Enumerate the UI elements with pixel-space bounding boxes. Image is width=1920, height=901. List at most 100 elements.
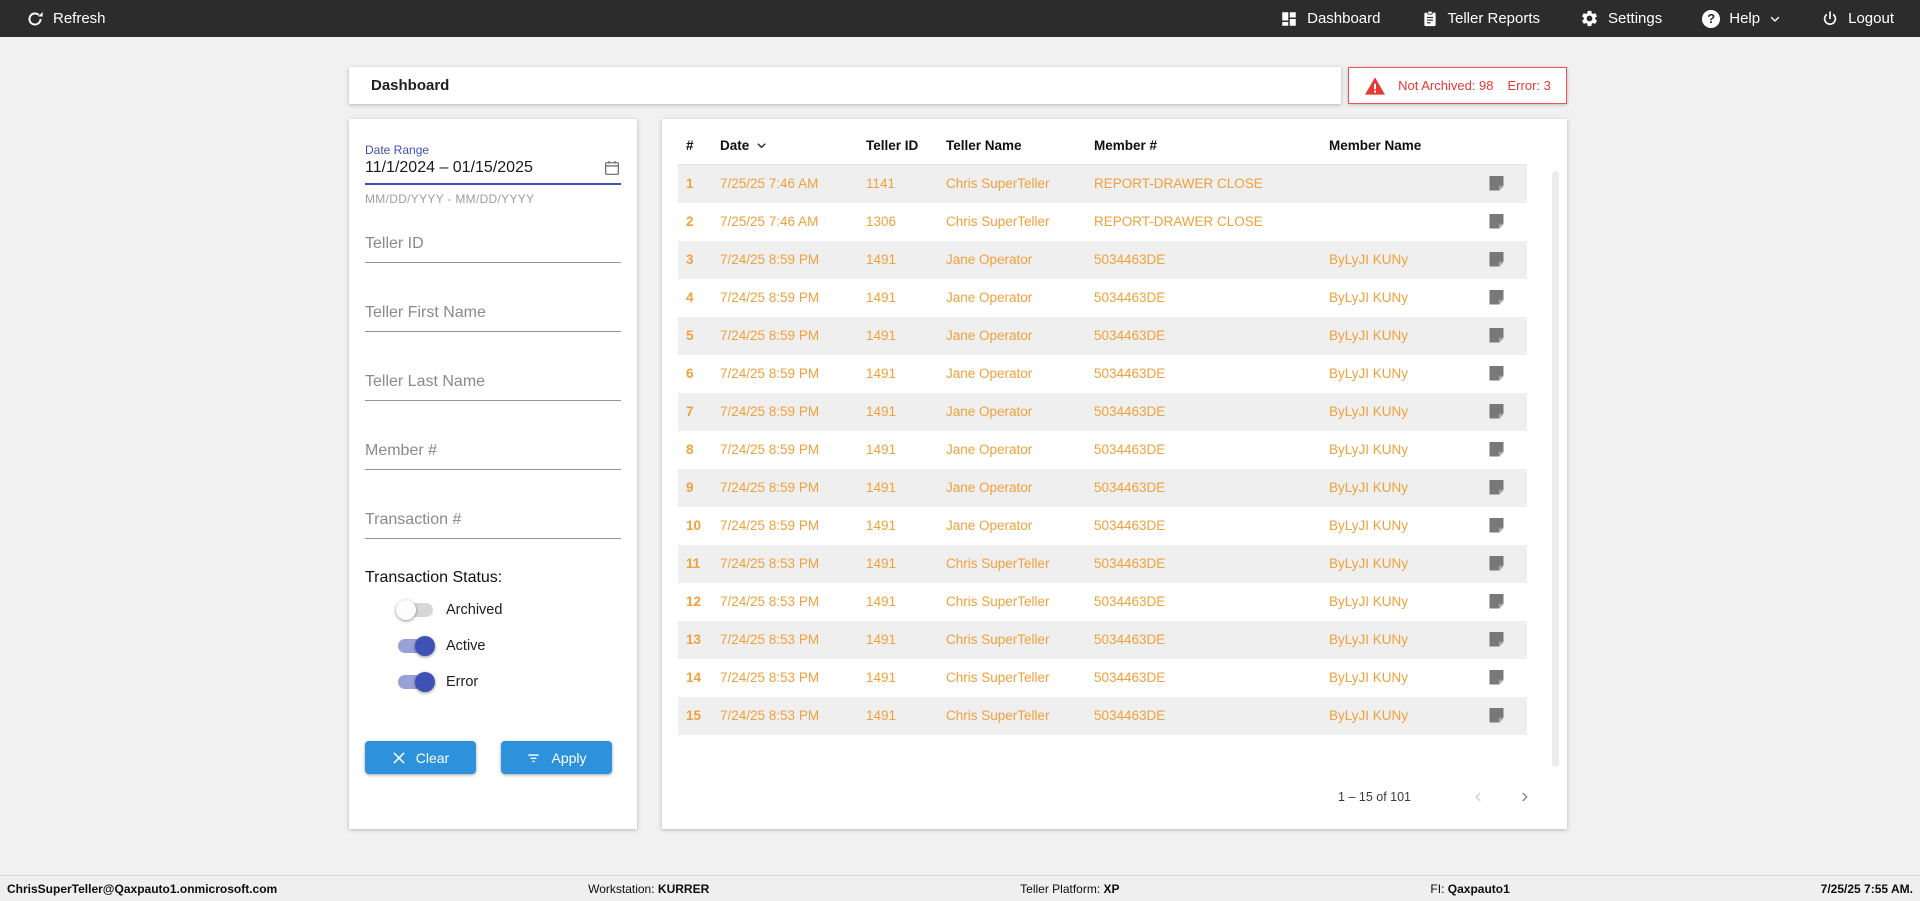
note-icon[interactable] (1488, 631, 1505, 648)
row-date: 7/24/25 8:53 PM (720, 670, 820, 685)
workstation-label: Workstation: (588, 881, 655, 896)
table-row[interactable]: 14 7/24/25 8:53 PM 1491 Chris SuperTelle… (678, 659, 1527, 697)
teller-platform-value: XP (1103, 881, 1120, 896)
alert-badge[interactable]: Not Archived: 98 Error: 3 (1348, 67, 1567, 104)
apply-button[interactable]: Apply (501, 741, 612, 774)
teller-last-name-input[interactable] (365, 371, 621, 393)
row-teller-name: Jane Operator (946, 480, 1033, 495)
calendar-icon[interactable] (603, 159, 621, 177)
status-toggle[interactable]: Active (398, 632, 621, 659)
row-date: 7/24/25 8:59 PM (720, 480, 820, 495)
sort-desc-icon (757, 143, 766, 149)
row-teller-name: Chris SuperTeller (946, 632, 1050, 647)
table-row[interactable]: 13 7/24/25 8:53 PM 1491 Chris SuperTelle… (678, 620, 1527, 659)
toggle-switch[interactable] (398, 635, 435, 656)
row-member-name: ByLyJI KUNy (1329, 442, 1409, 457)
row-date: 7/24/25 8:59 PM (720, 366, 820, 381)
teller-first-name-input[interactable] (365, 302, 621, 324)
table-row[interactable]: 5 7/24/25 8:59 PM 1491 Jane Operator 503… (678, 316, 1527, 355)
nav-logout-label: Logout (1848, 10, 1894, 27)
power-icon (1823, 10, 1837, 25)
table-row[interactable]: 1 7/25/25 7:46 AM 1141 Chris SuperTeller… (678, 164, 1527, 203)
table-row[interactable]: 7 7/24/25 8:59 PM 1491 Jane Operator 503… (678, 392, 1527, 431)
table-row[interactable]: 4 7/24/25 8:59 PM 1491 Jane Operator 503… (678, 279, 1527, 317)
member-number-field (365, 440, 621, 470)
previous-page-button[interactable] (1465, 784, 1491, 810)
date-range-field (365, 157, 621, 185)
col-header-date[interactable]: Date (712, 129, 858, 165)
nav-help-label: Help (1729, 10, 1761, 27)
note-icon[interactable] (1488, 707, 1505, 724)
transaction-number-input[interactable] (365, 509, 621, 531)
refresh-icon (28, 11, 43, 25)
table-row[interactable]: 12 7/24/25 8:53 PM 1491 Chris SuperTelle… (678, 583, 1527, 621)
nav-help[interactable]: ? Help (1702, 9, 1781, 28)
row-teller-name: Jane Operator (946, 252, 1033, 267)
note-icon[interactable] (1488, 365, 1505, 382)
note-icon[interactable] (1488, 517, 1505, 534)
nav-logout[interactable]: Logout (1821, 10, 1894, 28)
note-icon[interactable] (1488, 441, 1505, 458)
nav-settings-label: Settings (1608, 10, 1663, 27)
teller-first-name-field (365, 302, 621, 332)
nav-settings[interactable]: Settings (1580, 9, 1662, 28)
date-range-input[interactable] (365, 157, 603, 179)
row-date: 7/24/25 8:59 PM (720, 442, 820, 457)
note-icon[interactable] (1488, 213, 1505, 230)
row-number: 13 (686, 632, 702, 647)
toggle-switch[interactable] (396, 599, 433, 620)
row-actions (1469, 621, 1527, 659)
row-member-number: 5034463DE (1094, 404, 1166, 419)
help-icon: ? (1702, 9, 1721, 28)
member-number-input[interactable] (365, 440, 621, 462)
col-header-member-number: Member # (1086, 129, 1321, 165)
clear-button[interactable]: Clear (365, 741, 476, 774)
row-member-number: 5034463DE (1094, 480, 1166, 495)
teller-platform-label: Teller Platform: (1020, 881, 1101, 896)
status-datetime: 7/25/25 7:55 AM. (1820, 881, 1913, 896)
table-row[interactable]: 15 7/24/25 8:53 PM 1491 Chris SuperTelle… (678, 696, 1527, 735)
table-scrollbar[interactable] (1552, 171, 1559, 767)
toggle-label: Archived (446, 601, 503, 618)
note-icon[interactable] (1488, 593, 1505, 610)
note-icon[interactable] (1488, 327, 1505, 344)
table-row[interactable]: 3 7/24/25 8:59 PM 1491 Jane Operator 503… (678, 240, 1527, 279)
note-icon[interactable] (1488, 403, 1505, 420)
note-icon[interactable] (1488, 251, 1505, 268)
row-member-name: ByLyJI KUNy (1329, 328, 1409, 343)
nav-teller-reports[interactable]: Teller Reports (1421, 10, 1540, 28)
nav-dashboard[interactable]: Dashboard (1280, 10, 1381, 28)
fi-value: Qaxpauto1 (1447, 881, 1510, 896)
alert-not-archived: Not Archived: 98 (1398, 78, 1494, 93)
row-teller-id: 1141 (866, 176, 896, 192)
row-teller-name: Jane Operator (946, 442, 1033, 457)
table-row[interactable]: 8 7/24/25 8:59 PM 1491 Jane Operator 503… (678, 431, 1527, 469)
status-toggles: Archived Active Error (365, 596, 621, 695)
status-toggle[interactable]: Error (398, 668, 621, 695)
refresh-button[interactable]: Refresh (26, 10, 106, 28)
note-icon[interactable] (1488, 175, 1505, 192)
note-icon[interactable] (1488, 289, 1505, 306)
table-row[interactable]: 11 7/24/25 8:53 PM 1491 Chris SuperTelle… (678, 544, 1527, 583)
table-row[interactable]: 6 7/24/25 8:59 PM 1491 Jane Operator 503… (678, 355, 1527, 393)
teller-id-input[interactable] (365, 233, 621, 255)
table-row[interactable]: 9 7/24/25 8:59 PM 1491 Jane Operator 503… (678, 468, 1527, 507)
note-icon[interactable] (1488, 555, 1505, 572)
toggle-switch[interactable] (398, 671, 435, 692)
row-member-name: ByLyJI KUNy (1329, 632, 1409, 647)
note-icon[interactable] (1488, 479, 1505, 496)
note-icon[interactable] (1488, 669, 1505, 686)
alert-error-count: Error: 3 (1507, 78, 1551, 93)
nav-dashboard-label: Dashboard (1307, 10, 1381, 27)
row-teller-id: 1491 (866, 480, 897, 495)
row-date: 7/24/25 8:53 PM (720, 708, 820, 723)
row-teller-id: 1306 (866, 214, 897, 229)
table-body: 1 7/25/25 7:46 AM 1141 Chris SuperTeller… (678, 164, 1527, 735)
row-member-name: ByLyJI KUNy (1329, 480, 1409, 495)
status-toggle[interactable]: Archived (396, 596, 621, 623)
table-row[interactable]: 2 7/25/25 7:46 AM 1306 Chris SuperTeller… (678, 203, 1527, 241)
row-teller-id: 1491 (866, 594, 897, 609)
date-range-label: Date Range (365, 143, 430, 157)
next-page-button[interactable] (1511, 784, 1537, 810)
table-row[interactable]: 10 7/24/25 8:59 PM 1491 Jane Operator 50… (678, 507, 1527, 545)
